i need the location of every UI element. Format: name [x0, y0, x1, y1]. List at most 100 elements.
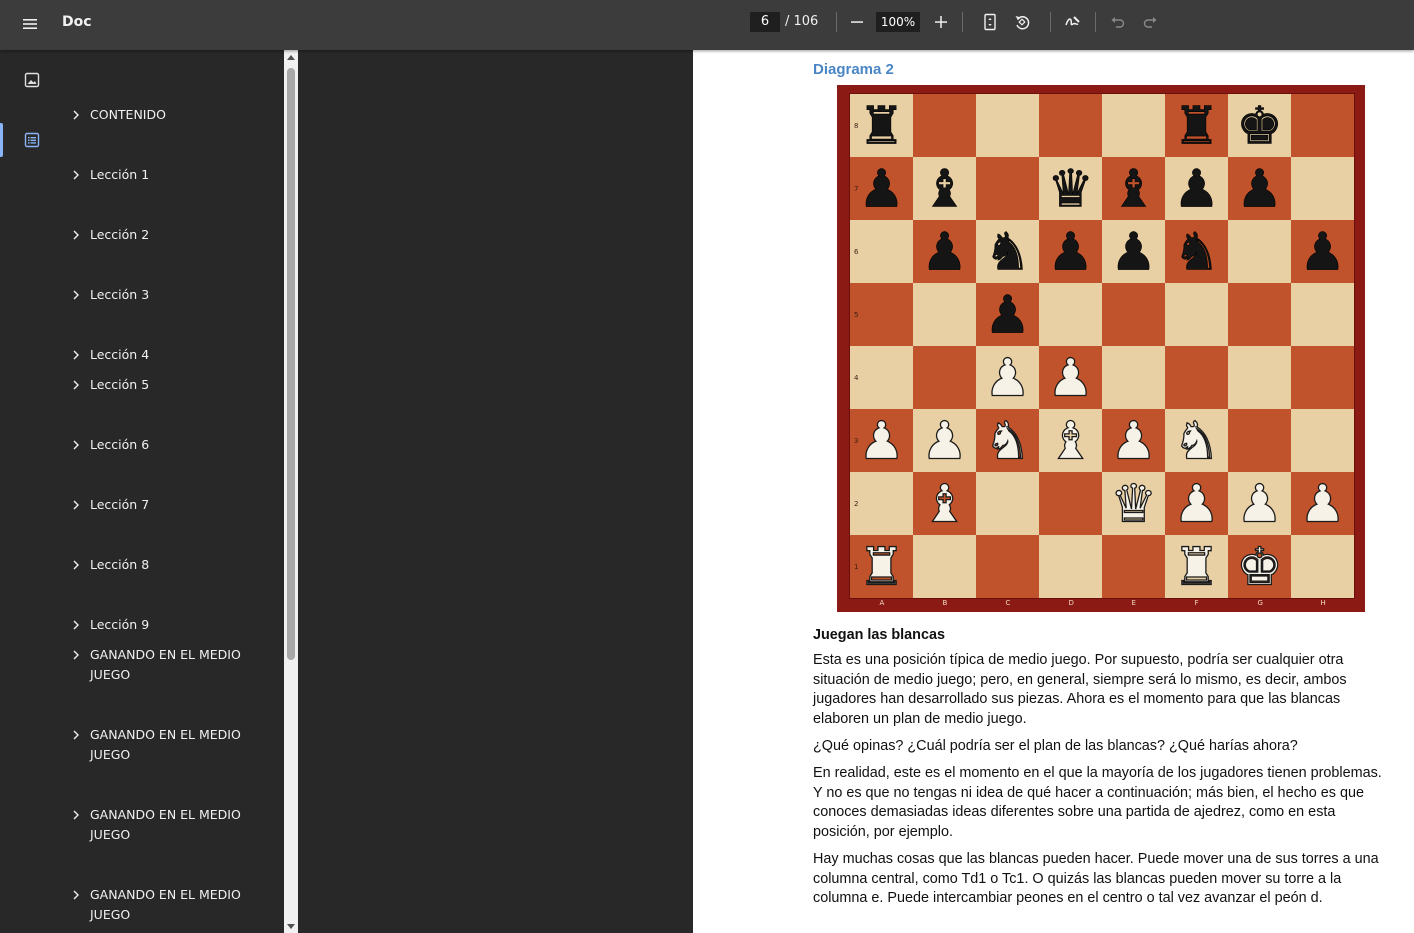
file-label: D: [1069, 599, 1074, 607]
zoom-out-icon[interactable]: [846, 11, 868, 33]
outline-panel: CONTENIDO Lección 1 Lección 2 Lección 3 Lecc…: [62, 50, 284, 933]
board-square: [1039, 94, 1102, 157]
toolbar: Doc / 106 100%: [0, 0, 1414, 50]
white-pawn-icon: ♟: [858, 412, 905, 472]
paragraph-3: En realidad, este es el momento en el qu…: [813, 765, 1382, 840]
outline-item-label: Lección 9: [90, 617, 150, 632]
fit-page-icon[interactable]: [979, 11, 1001, 33]
board-square: [1228, 409, 1291, 472]
white-knight-icon: ♞: [1173, 412, 1220, 472]
board-square: [976, 157, 1039, 220]
board-square: [1102, 535, 1165, 598]
white-pawn-icon: ♟: [1173, 475, 1220, 535]
white-queen-icon: ♛: [1110, 475, 1157, 535]
active-indicator: [0, 123, 3, 157]
annotate-icon[interactable]: [1062, 11, 1084, 33]
toolbar-divider: [962, 12, 963, 32]
black-pawn-icon: ♟: [1236, 160, 1283, 220]
paragraph-4: Hay muchas cosas que las blancas pueden …: [813, 851, 1379, 906]
outline-item-label: Lección 6: [90, 437, 150, 452]
file-label: B: [943, 599, 948, 607]
undo-icon[interactable]: [1107, 11, 1129, 33]
outline-item-label: Lección 5: [90, 377, 150, 392]
black-pawn-icon: ♟: [1047, 223, 1094, 283]
file-label: A: [880, 599, 885, 607]
outline-scrollbar[interactable]: [284, 50, 298, 933]
board-square: [850, 472, 913, 535]
chevron-right-icon[interactable]: [70, 288, 82, 302]
black-king-icon: ♚: [1236, 97, 1283, 157]
chevron-right-icon[interactable]: [70, 378, 82, 392]
redo-icon[interactable]: [1139, 11, 1161, 33]
zoom-in-icon[interactable]: [930, 11, 952, 33]
chevron-right-icon[interactable]: [70, 728, 82, 742]
scroll-down-arrow[interactable]: [287, 924, 295, 929]
chevron-right-icon[interactable]: [70, 348, 82, 362]
chevron-right-icon[interactable]: [70, 558, 82, 572]
chevron-right-icon[interactable]: [70, 888, 82, 902]
white-pawn-icon: ♟: [921, 412, 968, 472]
board-square: [913, 346, 976, 409]
black-rook-icon: ♜: [858, 97, 905, 157]
chevron-right-icon[interactable]: [70, 168, 82, 182]
menu-icon[interactable]: [20, 14, 40, 34]
outline-item-label: GANANDO EN EL MEDIO JUEGO: [90, 727, 241, 762]
board-square: [1039, 472, 1102, 535]
scroll-up-arrow[interactable]: [287, 55, 295, 60]
sidebar-rail: [0, 50, 62, 933]
paragraph-2: ¿Qué opinas? ¿Cuál podría ser el plan de…: [813, 738, 1298, 754]
toolbar-divider: [836, 12, 837, 32]
chevron-right-icon[interactable]: [70, 438, 82, 452]
outline-icon[interactable]: [20, 128, 44, 152]
thumbnails-icon[interactable]: [20, 68, 44, 92]
board-square: [1291, 157, 1354, 220]
rank-label: 6: [854, 248, 859, 256]
file-label: H: [1321, 599, 1326, 607]
outline-item-label: Lección 4: [90, 347, 150, 362]
white-pawn-icon: ♟: [1047, 349, 1094, 409]
chevron-right-icon[interactable]: [70, 108, 82, 122]
white-pawn-icon: ♟: [1110, 412, 1157, 472]
outline-item-label: GANANDO EN EL MEDIO JUEGO: [90, 887, 241, 922]
outline-item-label: Lección 1: [90, 167, 150, 182]
board-square: [1291, 409, 1354, 472]
file-label: G: [1258, 599, 1263, 607]
board-square: [850, 220, 913, 283]
rank-label: 4: [854, 374, 859, 382]
zoom-level-input[interactable]: 100%: [876, 12, 920, 32]
board-square: [1228, 220, 1291, 283]
chess-diagram: 8 7 6 5 4 3 2 1 A B C D E F G H ♜ ♜ ♚ ♟ ♝ ♛ ♝ ♟ ♟ ♟ ♞ ♟ ♟ ♞ ♟ ♟ ♟ ♟ ♟ ♟ ♞ ♝ ♟ ♞…: [837, 85, 1365, 612]
board-square: [913, 535, 976, 598]
board-square: [850, 346, 913, 409]
outline-item-label: Lección 7: [90, 497, 150, 512]
document-viewer: Diagrama 2 8 7 6 5 4 3 2 1 A B C D E F G H ♜ ♜ ♚ ♟ ♝ ♛ ♝ ♟ ♟ ♟ ♞ ♟ ♟…: [298, 50, 1414, 933]
board-square: [1165, 283, 1228, 346]
board-square: [913, 94, 976, 157]
chevron-right-icon[interactable]: [70, 808, 82, 822]
chevron-right-icon[interactable]: [70, 648, 82, 662]
scroll-thumb[interactable]: [287, 68, 295, 660]
black-pawn-icon: ♟: [858, 160, 905, 220]
chevron-right-icon[interactable]: [70, 618, 82, 632]
board-square: [1228, 283, 1291, 346]
board-square: [1102, 94, 1165, 157]
black-knight-icon: ♞: [984, 223, 1031, 283]
chevron-right-icon[interactable]: [70, 498, 82, 512]
outline-item-label: GANANDO EN EL MEDIO JUEGO: [90, 647, 241, 682]
board-square: [1228, 346, 1291, 409]
chessboard-svg: 87654321A B C D E F G H♜ ♜ ♚♟ ♝ ♛ ♝ ♟ ♟♟ ♞ ♟ ♟ ♞ ♟♟♟ ♟♟ ♟ ♞ ♝ ♟ ♞…: [849, 93, 1355, 607]
board-square: [850, 283, 913, 346]
black-queen-icon: ♛: [1047, 160, 1094, 220]
white-bishop-icon: ♝: [1047, 412, 1094, 472]
chevron-right-icon[interactable]: [70, 228, 82, 242]
outline-item-label: Lección 3: [90, 287, 150, 302]
white-bishop-icon: ♝: [921, 475, 968, 535]
rotate-icon[interactable]: [1011, 11, 1033, 33]
white-knight-icon: ♞: [984, 412, 1031, 472]
black-pawn-icon: ♟: [1173, 160, 1220, 220]
file-label: C: [1006, 599, 1011, 607]
toolbar-divider: [1050, 12, 1051, 32]
page-number-input[interactable]: [750, 12, 780, 32]
paragraph-1: Esta es una posición típica de medio jue…: [813, 652, 1347, 727]
board-square: [1039, 535, 1102, 598]
